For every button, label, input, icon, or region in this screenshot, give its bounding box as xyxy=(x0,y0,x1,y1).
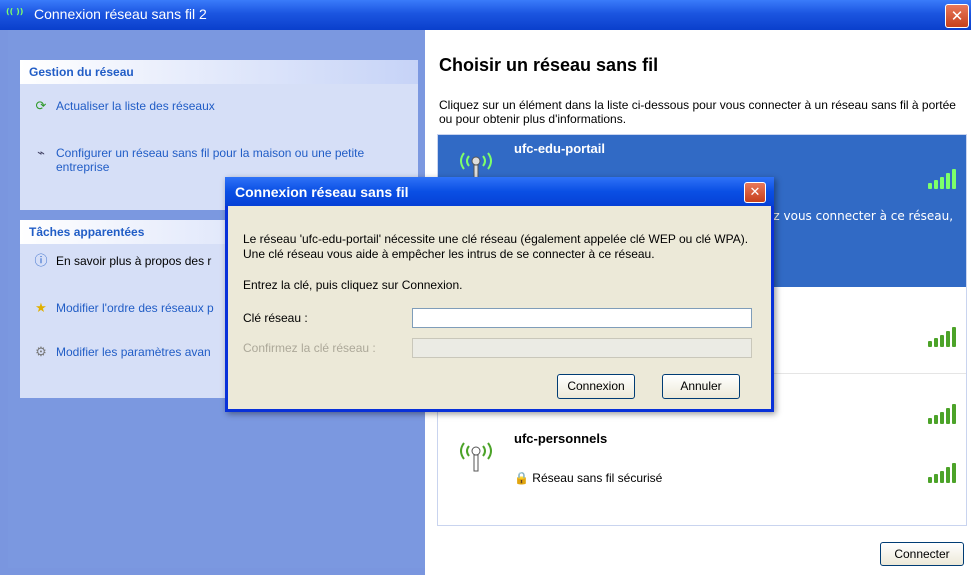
network-key-label: Clé réseau : xyxy=(243,311,308,325)
lock-icon: 🔒 xyxy=(514,471,529,485)
wireless-icon: (( )) xyxy=(6,7,24,16)
page-description: Cliquez sur un élément dans la liste ci-… xyxy=(439,98,956,126)
signal-strength-icon xyxy=(928,404,958,424)
title-bar[interactable]: (( )) Connexion réseau sans fil 2 ✕ xyxy=(0,0,971,30)
signal-strength-icon xyxy=(928,169,958,189)
confirm-key-input[interactable] xyxy=(412,338,752,358)
change-order-link[interactable]: ★ Modifier l'ordre des réseaux p xyxy=(32,300,214,316)
confirm-key-label: Confirmez la clé réseau : xyxy=(243,341,376,355)
setup-network-link[interactable]: ⌁ Configurer un réseau sans fil pour la m… xyxy=(32,145,392,175)
connect-button[interactable]: Connecter xyxy=(880,542,964,566)
cancel-button[interactable]: Annuler xyxy=(662,374,740,399)
network-key-input[interactable] xyxy=(412,308,752,328)
info-icon: ⓘ xyxy=(34,253,48,268)
settings-icon: ⚙ xyxy=(35,344,47,359)
advanced-settings-label: Modifier les paramètres avan xyxy=(56,345,211,359)
dialog-title-bar[interactable]: Connexion réseau sans fil ✕ xyxy=(225,177,774,206)
wizard-icon: ⌁ xyxy=(37,145,45,160)
network-overflow-text: ez vous connecter à ce réseau, xyxy=(766,209,954,223)
refresh-networks-link[interactable]: ⟳ Actualiser la liste des réseaux xyxy=(32,98,215,114)
network-name: ufc-personnels xyxy=(514,431,608,446)
network-item[interactable]: ufc-personnels 🔒 Réseau sans fil sécuris… xyxy=(438,425,966,501)
advanced-settings-link[interactable]: ⚙ Modifier les paramètres avan xyxy=(32,344,211,360)
main-window: (( )) Connexion réseau sans fil 2 ✕ Gest… xyxy=(0,0,971,575)
signal-strength-icon xyxy=(928,327,958,347)
learn-more-label: En savoir plus à propos des r xyxy=(56,254,212,268)
dialog-instruction: Entrez la clé, puis cliquez sur Connexio… xyxy=(243,278,463,292)
learn-more-link[interactable]: ⓘ En savoir plus à propos des r xyxy=(32,250,211,269)
dialog-title: Connexion réseau sans fil xyxy=(235,184,409,200)
refresh-icon: ⟳ xyxy=(35,98,47,113)
dialog-message: Le réseau 'ufc-edu-portail' nécessite un… xyxy=(243,232,749,261)
network-security-status: 🔒 Réseau sans fil sécurisé xyxy=(514,471,662,485)
star-icon: ★ xyxy=(35,300,47,315)
dialog-close-button[interactable]: ✕ xyxy=(744,182,766,203)
network-name: ufc-edu-portail xyxy=(514,141,605,156)
page-title: Choisir un réseau sans fil xyxy=(439,55,659,75)
connexion-button[interactable]: Connexion xyxy=(557,374,635,399)
network-key-dialog: Connexion réseau sans fil ✕ Le réseau 'u… xyxy=(225,177,774,412)
change-order-label: Modifier l'ordre des réseaux p xyxy=(56,301,214,315)
signal-strength-icon xyxy=(928,463,958,483)
window-title: Connexion réseau sans fil 2 xyxy=(34,6,207,22)
refresh-networks-label: Actualiser la liste des réseaux xyxy=(56,99,215,113)
setup-network-label: Configurer un réseau sans fil pour la ma… xyxy=(56,146,365,174)
network-security-label: Réseau sans fil sécurisé xyxy=(532,471,663,485)
antenna-icon xyxy=(460,442,492,472)
window-close-button[interactable]: ✕ xyxy=(945,4,969,28)
network-tasks-heading: Gestion du réseau xyxy=(20,60,418,84)
